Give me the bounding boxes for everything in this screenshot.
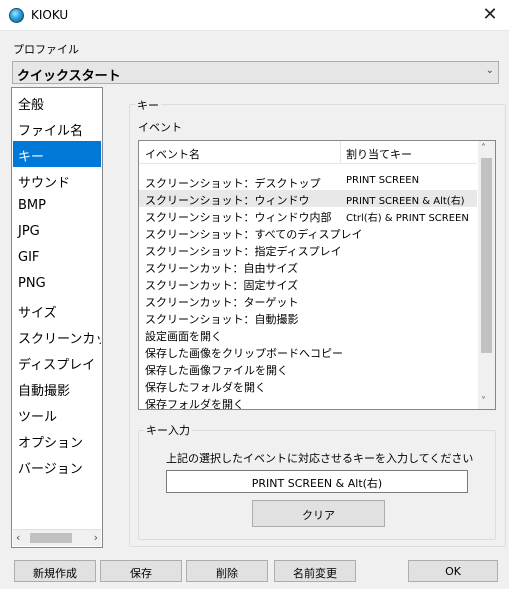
event-name-cell: スクリーンカット：ターゲット <box>145 296 299 309</box>
sidebar-item-display[interactable]: ディスプレイ <box>13 349 101 375</box>
kioku-app-icon <box>9 8 24 23</box>
table-row[interactable]: スクリーンショット：ウィンドウ内部 Ctrl(右) & PRINT SCREEN <box>139 207 477 224</box>
new-profile-button[interactable]: 新規作成 <box>14 560 96 582</box>
table-row[interactable]: 保存フォルダを開く <box>139 394 477 410</box>
title-bar: KIOKU ✕ <box>0 0 509 31</box>
sidebar-item-bmp[interactable]: BMP <box>13 193 101 219</box>
event-name-cell: スクリーンショット：ウィンドウ内部 <box>145 211 332 224</box>
sidebar-item-tools[interactable]: ツール <box>13 401 101 427</box>
event-name-cell: 設定画面を開く <box>145 330 222 343</box>
event-name-cell: スクリーンショット：自動撮影 <box>145 313 299 326</box>
close-icon[interactable]: ✕ <box>479 4 501 26</box>
assigned-key-cell: PRINT SCREEN & Alt(右) <box>346 196 465 207</box>
list-vertical-scrollbar[interactable]: ˄ ˅ <box>478 141 495 409</box>
sidebar-item-version[interactable]: バージョン <box>13 453 101 479</box>
sidebar-item-size[interactable]: サイズ <box>13 297 101 323</box>
sidebar-horizontal-scrollbar[interactable]: ‹ › <box>13 529 101 546</box>
sidebar-item-screencut[interactable]: スクリーンカット <box>13 323 101 349</box>
delete-button[interactable]: 削除 <box>186 560 268 582</box>
event-name-cell: 保存フォルダを開く <box>145 398 244 410</box>
list-header: イベント名 割り当てキー <box>139 141 477 164</box>
event-name-cell: スクリーンカット：自由サイズ <box>145 262 299 275</box>
column-divider <box>340 141 341 164</box>
sidebar-item-general[interactable]: 全般 <box>13 89 101 115</box>
chevron-left-icon[interactable]: ‹ <box>16 531 20 544</box>
table-row[interactable]: 保存したフォルダを開く <box>139 377 477 394</box>
settings-category-list[interactable]: 全般 ファイル名 キー サウンド BMP JPG GIF PNG サイズ スクリ… <box>11 87 103 548</box>
sidebar-item-filename[interactable]: ファイル名 <box>13 115 101 141</box>
profile-selected-value: クイックスタート <box>17 69 121 84</box>
save-button[interactable]: 保存 <box>100 560 182 582</box>
sidebar-item-options[interactable]: オプション <box>13 427 101 453</box>
event-name-cell: スクリーンショット：デスクトップ <box>145 177 321 190</box>
table-row[interactable]: 保存した画像をクリップボードへコピー <box>139 343 477 360</box>
sidebar-item-png[interactable]: PNG <box>13 271 101 297</box>
sidebar-item-gif[interactable]: GIF <box>13 245 101 271</box>
table-row[interactable]: 保存した画像ファイルを開く <box>139 360 477 377</box>
sidebar-item-sound[interactable]: サウンド <box>13 167 101 193</box>
event-key-list[interactable]: イベント名 割り当てキー スクリーンショット：デスクトップ PRINT SCREE… <box>138 140 496 410</box>
sidebar-item-auto-capture[interactable]: 自動撮影 <box>13 375 101 401</box>
event-label: イベント <box>138 121 182 134</box>
event-name-cell: スクリーンショット：指定ディスプレイ <box>145 245 342 258</box>
table-row[interactable]: スクリーンショット：すべてのディスプレイ <box>139 224 477 241</box>
window-title: KIOKU <box>31 8 69 22</box>
assigned-key-cell: PRINT SCREEN <box>346 175 420 186</box>
table-row[interactable]: スクリーンショット：自動撮影 <box>139 309 477 326</box>
assigned-key-cell: Ctrl(右) & PRINT SCREEN <box>346 213 469 224</box>
table-row[interactable]: スクリーンショット：指定ディスプレイ <box>139 241 477 258</box>
chevron-right-icon[interactable]: › <box>94 531 98 544</box>
ok-button[interactable]: OK <box>408 560 498 582</box>
event-name-cell: 保存した画像をクリップボードへコピー <box>145 347 343 360</box>
profile-label: プロファイル <box>13 43 79 56</box>
key-input-hint: 上記の選択したイベントに対応させるキーを入力してください <box>166 452 474 465</box>
event-name-cell: スクリーンショット：ウィンドウ <box>145 194 310 207</box>
sidebar-item-jpg[interactable]: JPG <box>13 219 101 245</box>
key-input-group-title: キー入力 <box>144 422 192 438</box>
key-group-title: キー <box>135 97 161 113</box>
chevron-down-icon[interactable]: ˅ <box>481 396 486 407</box>
event-name-cell: スクリーンショット：すべてのディスプレイ <box>145 228 363 241</box>
scrollbar-thumb[interactable] <box>30 533 72 543</box>
event-name-cell: 保存したフォルダを開く <box>145 381 266 394</box>
table-row[interactable]: スクリーンカット：自由サイズ <box>139 258 477 275</box>
profile-dropdown[interactable]: クイックスタート ⌄ <box>12 61 499 84</box>
event-name-cell: スクリーンカット：固定サイズ <box>145 279 299 292</box>
column-header-event-name[interactable]: イベント名 <box>145 146 200 162</box>
chevron-up-icon[interactable]: ˄ <box>481 143 486 154</box>
table-row[interactable]: スクリーンカット：ターゲット <box>139 292 477 309</box>
column-header-assigned-key[interactable]: 割り当てキー <box>346 146 412 162</box>
table-row[interactable]: スクリーンショット：デスクトップ PRINT SCREEN <box>139 173 477 190</box>
event-name-cell: 保存した画像ファイルを開く <box>145 364 288 377</box>
clear-button[interactable]: クリア <box>252 500 385 527</box>
rename-button[interactable]: 名前変更 <box>274 560 356 582</box>
key-input-field[interactable]: PRINT SCREEN & Alt(右) <box>166 470 468 493</box>
table-row[interactable]: スクリーンカット：固定サイズ <box>139 275 477 292</box>
chevron-down-icon: ⌄ <box>485 65 494 76</box>
sidebar-item-key[interactable]: キー <box>13 141 101 167</box>
table-row[interactable]: 設定画面を開く <box>139 326 477 343</box>
table-row[interactable]: スクリーンショット：ウィンドウ PRINT SCREEN & Alt(右) <box>139 190 477 207</box>
scrollbar-thumb[interactable] <box>481 158 492 353</box>
